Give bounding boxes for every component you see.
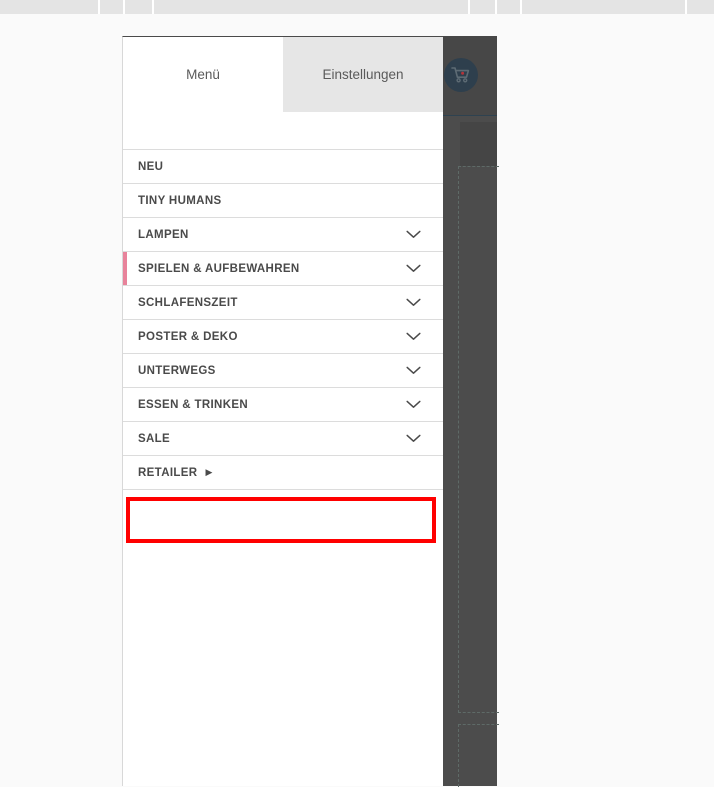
- chevron-down-icon[interactable]: [405, 400, 421, 410]
- nav-item-label: POSTER & DEKO: [138, 330, 238, 343]
- top-bar-divider-4: [468, 0, 470, 14]
- nav-item-label: LAMPEN: [138, 228, 189, 241]
- top-bar-divider-2: [123, 0, 125, 14]
- tab-einstellungen-label: Einstellungen: [322, 67, 404, 82]
- nav-item-label: NEU: [138, 160, 164, 173]
- nav-item-lampen[interactable]: LAMPEN: [123, 218, 443, 252]
- nav-item-neu[interactable]: NEU: [123, 150, 443, 184]
- chevron-down-icon[interactable]: [405, 434, 421, 444]
- external-link-arrow-icon: ▶: [205, 467, 213, 477]
- nav-item-unterwegs[interactable]: UNTERWEGS: [123, 354, 443, 388]
- top-bar-divider-6: [520, 0, 522, 14]
- nav-item-label: ESSEN & TRINKEN: [138, 398, 249, 411]
- nav-item-poster-und-deko[interactable]: POSTER & DEKO: [123, 320, 443, 354]
- nav-item-spielen-und-aufbewahren[interactable]: SPIELEN & AUFBEWAHREN: [123, 252, 443, 286]
- nav-item-sale[interactable]: SALE: [123, 422, 443, 456]
- top-bar-divider-3: [152, 0, 154, 14]
- menu-flyout-panel: Menü Einstellungen NEU TINY HUMANS LAMPE…: [122, 36, 443, 786]
- top-bar-divider-5: [495, 0, 497, 14]
- tab-menu-label: Menü: [186, 67, 220, 82]
- nav-item-essen-und-trinken[interactable]: ESSEN & TRINKEN: [123, 388, 443, 422]
- nav-item-label: TINY HUMANS: [138, 194, 222, 207]
- chevron-down-icon[interactable]: [405, 264, 421, 274]
- nav-item-label: UNTERWEGS: [138, 364, 216, 377]
- nav-item-label: SCHLAFENSZEIT: [138, 296, 238, 309]
- top-bar-divider-1: [98, 0, 100, 14]
- panel-tab-bar: Menü Einstellungen: [123, 37, 443, 112]
- chevron-down-icon[interactable]: [405, 230, 421, 240]
- chevron-down-icon[interactable]: [405, 298, 421, 308]
- nav-item-tiny-humans[interactable]: TINY HUMANS: [123, 184, 443, 218]
- chevron-down-icon[interactable]: [405, 332, 421, 342]
- overlay-dashed-region-top: [458, 166, 499, 713]
- nav-item-retailer[interactable]: RETAILER ▶: [123, 456, 443, 490]
- top-bar-divider-7: [685, 0, 687, 14]
- active-accent-bar: [123, 252, 127, 285]
- panel-tab-spacer: [123, 112, 443, 150]
- nav-item-label: RETAILER: [138, 466, 198, 479]
- nav-item-schlafenszeit[interactable]: SCHLAFENSZEIT: [123, 286, 443, 320]
- menu-nav-list: NEU TINY HUMANS LAMPEN SPIELEN & AUFBEWA…: [123, 150, 443, 490]
- nav-item-label: SPIELEN & AUFBEWAHREN: [138, 262, 300, 275]
- overlay-dashed-region-bottom: [458, 724, 499, 787]
- chevron-down-icon[interactable]: [405, 366, 421, 376]
- browser-top-bar: [0, 0, 714, 14]
- shopping-cart-icon[interactable]: [444, 58, 478, 92]
- tab-einstellungen[interactable]: Einstellungen: [283, 37, 443, 112]
- overlay-content-block: [460, 122, 497, 166]
- tab-menu[interactable]: Menü: [123, 37, 283, 112]
- nav-item-label: SALE: [138, 432, 171, 445]
